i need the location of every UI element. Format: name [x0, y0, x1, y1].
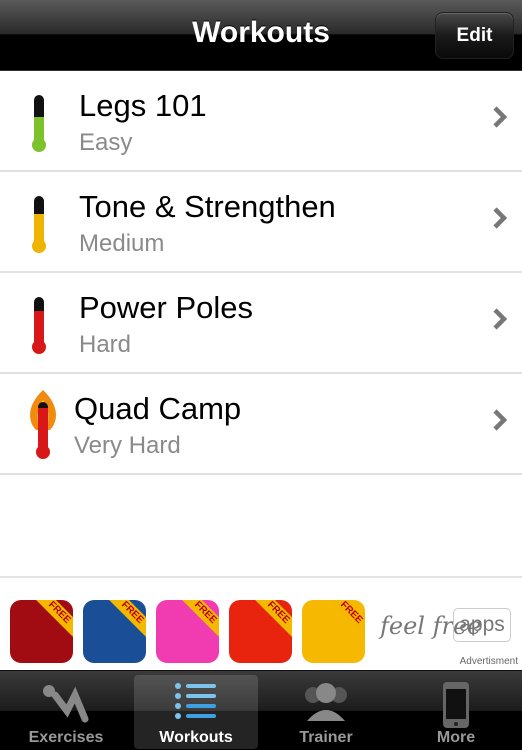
- advertisement-banner[interactable]: FREE FREE FREE FREE FREE feel free apps Adve…: [0, 576, 522, 670]
- tab-exercises[interactable]: Exercises: [4, 675, 128, 749]
- tab-label: More: [436, 729, 476, 746]
- phone-icon: [443, 682, 469, 728]
- workout-name: Quad Camp: [74, 391, 242, 426]
- tab-workouts[interactable]: Workouts: [134, 675, 258, 749]
- thermometer-icon: [32, 297, 46, 354]
- tab-more[interactable]: More: [394, 675, 518, 749]
- workout-difficulty: Hard: [79, 331, 132, 358]
- workout-name: Power Poles: [79, 290, 254, 325]
- workout-row[interactable]: Quad Camp Very Hard: [0, 374, 522, 475]
- workout-difficulty: Medium: [79, 230, 165, 257]
- navigation-bar: Workouts Edit: [0, 0, 522, 71]
- edit-button[interactable]: Edit: [435, 12, 514, 59]
- thermometer-icon: [32, 196, 46, 253]
- free-badge: FREE: [105, 600, 146, 640]
- chevron-right-icon: [493, 308, 508, 330]
- ad-app-icon[interactable]: FREE: [83, 600, 146, 663]
- chevron-right-icon: [493, 409, 508, 431]
- free-badge: FREE: [251, 600, 292, 640]
- tab-label: Trainer: [299, 729, 353, 746]
- tab-bar: Exercises Workouts Trainer More: [0, 670, 522, 750]
- ad-app-icon[interactable]: FREE: [302, 600, 365, 663]
- chevron-right-icon: [493, 106, 508, 128]
- situp-icon: [43, 685, 89, 723]
- workout-difficulty: Easy: [79, 129, 133, 156]
- chevron-right-icon: [493, 207, 508, 229]
- ad-app-icon[interactable]: FREE: [156, 600, 219, 663]
- ad-app-icon[interactable]: FREE: [229, 600, 292, 663]
- advertisement-label: Advertisment: [459, 656, 518, 667]
- free-badge: FREE: [324, 600, 365, 640]
- workout-name: Legs 101: [79, 88, 207, 123]
- list-icon: [175, 683, 216, 719]
- thermometer-icon: [32, 95, 46, 152]
- workout-row[interactable]: Legs 101 Easy: [0, 71, 522, 172]
- brand-apps-text: apps: [453, 608, 511, 642]
- workout-row[interactable]: Tone & Strengthen Medium: [0, 172, 522, 273]
- tab-trainer[interactable]: Trainer: [264, 675, 388, 749]
- people-icon: [305, 683, 347, 721]
- free-badge: FREE: [32, 600, 73, 640]
- free-badge: FREE: [178, 600, 219, 640]
- workout-difficulty: Very Hard: [74, 432, 181, 459]
- ad-app-icon[interactable]: FREE: [10, 600, 73, 663]
- tab-label: Workouts: [159, 729, 233, 746]
- workout-name: Tone & Strengthen: [79, 189, 336, 224]
- workout-row[interactable]: Power Poles Hard: [0, 273, 522, 374]
- tab-label: Exercises: [28, 729, 104, 746]
- flame-thermometer-icon: [30, 390, 56, 459]
